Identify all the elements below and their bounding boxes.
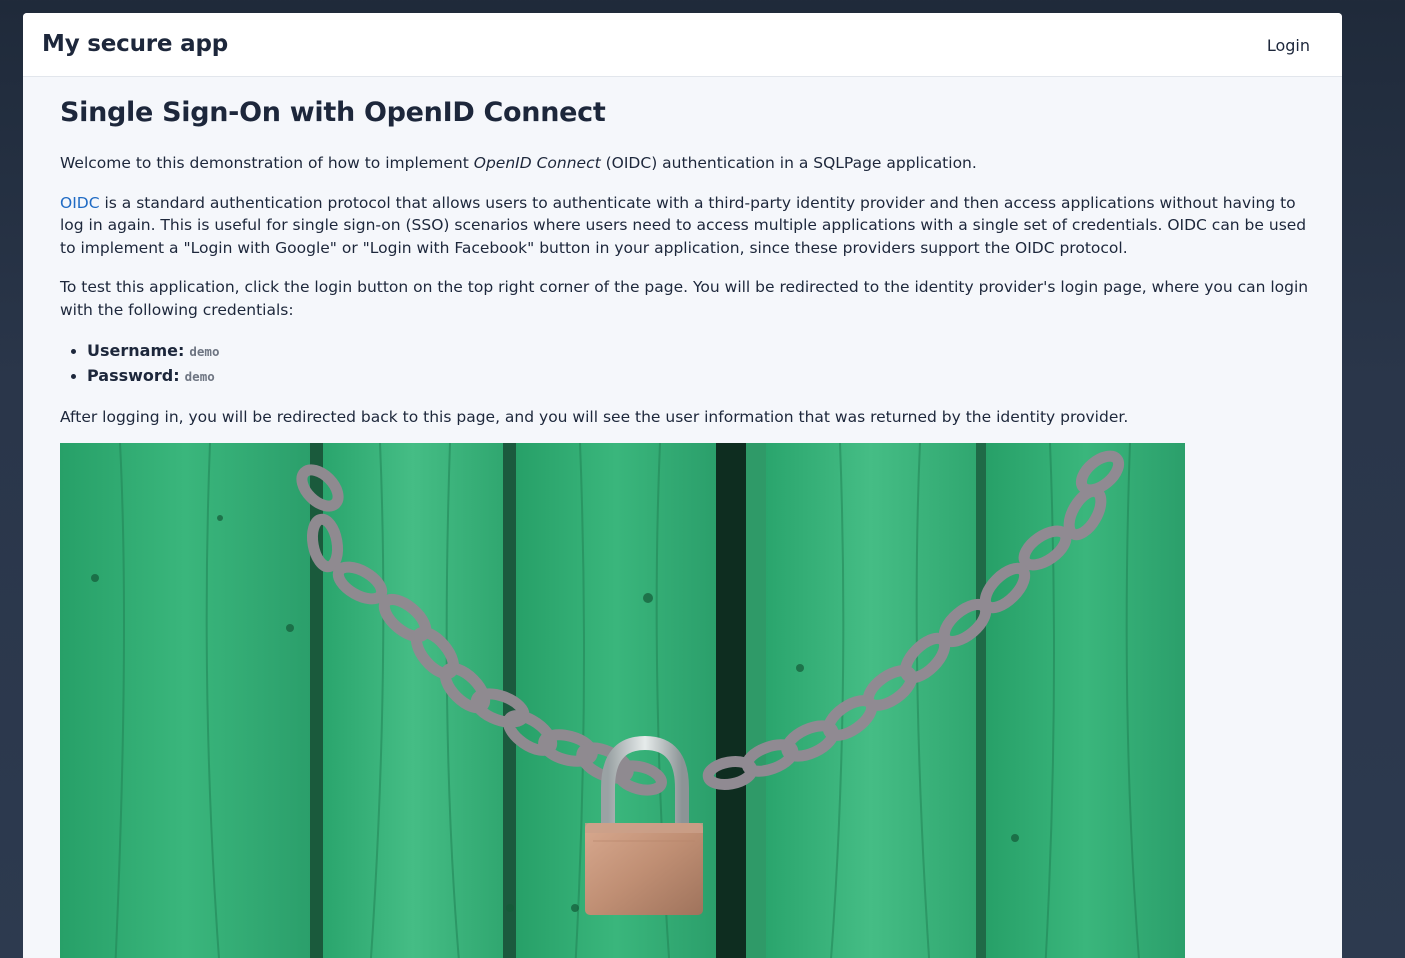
password-label: Password: <box>87 365 180 385</box>
padlock-chain-icon <box>60 443 1185 958</box>
intro-emphasis: OpenID Connect <box>473 154 601 172</box>
credential-password: Password:demo <box>87 364 1310 389</box>
credential-username: Username:demo <box>87 339 1310 364</box>
test-paragraph: To test this application, click the logi… <box>60 278 1309 319</box>
navbar: My secure app Login <box>23 13 1342 77</box>
oidc-link[interactable]: OIDC <box>60 194 100 212</box>
main-content: Single Sign-On with OpenID Connect Welco… <box>60 95 1310 445</box>
intro-text-after: (OIDC) authentication in a SQLPage appli… <box>600 154 977 172</box>
after-login-paragraph: After logging in, you will be redirected… <box>60 407 1129 426</box>
username-label: Username: <box>87 340 185 360</box>
login-link[interactable]: Login <box>1267 36 1310 55</box>
username-value: demo <box>189 343 220 359</box>
app-brand[interactable]: My secure app <box>42 31 228 57</box>
oidc-description: is a standard authentication protocol th… <box>60 193 1307 257</box>
page-title: Single Sign-On with OpenID Connect <box>60 97 606 128</box>
padlock-chain-photo <box>60 443 1185 958</box>
page-container: My secure app Login Single Sign-On with … <box>23 13 1342 958</box>
intro-text-before: Welcome to this demonstration of how to … <box>60 154 474 172</box>
password-value: demo <box>184 368 215 384</box>
intro-paragraph: Welcome to this demonstration of how to … <box>60 152 1310 175</box>
credentials-list: Username:demo Password:demo <box>60 339 1310 389</box>
oidc-paragraph: OIDC is a standard authentication protoc… <box>60 192 1310 260</box>
